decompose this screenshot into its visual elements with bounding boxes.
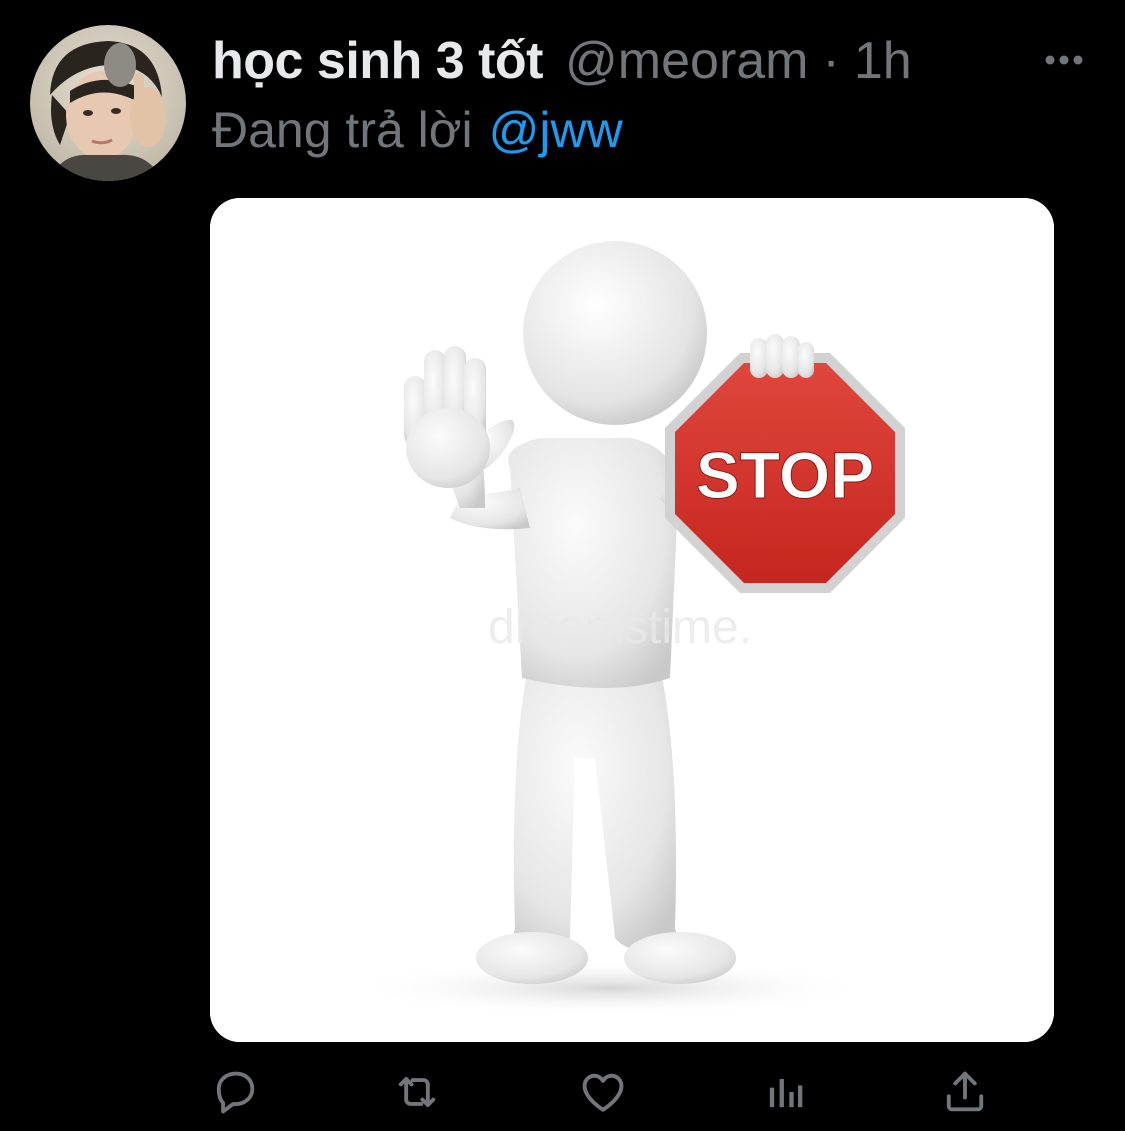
avatar[interactable] [30, 25, 186, 181]
stop-figure-illustration: STOP dreamstime. [210, 198, 1054, 1042]
display-name[interactable]: học sinh 3 tốt [212, 31, 544, 91]
tweet-header: học sinh 3 tốt @meoram · 1h [212, 26, 912, 96]
more-options-button[interactable] [1040, 46, 1088, 74]
separator-dot: · [822, 32, 840, 90]
views-button[interactable] [740, 1060, 830, 1124]
avatar-photo [30, 25, 186, 181]
share-button[interactable] [920, 1060, 1010, 1124]
tweet-action-bar [190, 1060, 1030, 1124]
more-horizontal-icon [1045, 55, 1083, 65]
user-handle[interactable]: @meoram [565, 31, 809, 91]
stop-sign-text: STOP [696, 438, 875, 512]
replying-to-mention[interactable]: @jww [489, 101, 623, 159]
replying-to: Đang trả lời @jww [212, 98, 623, 162]
watermark-text: dreamstime. [488, 601, 752, 654]
retweet-icon [398, 1077, 436, 1107]
reply-icon [216, 1071, 255, 1114]
reply-button[interactable] [190, 1060, 280, 1124]
tweet-media-image[interactable]: STOP dreamstime. [210, 198, 1054, 1042]
replying-to-label: Đang trả lời [212, 102, 473, 158]
share-icon [946, 1071, 984, 1112]
like-button[interactable] [558, 1060, 648, 1124]
timestamp[interactable]: 1h [854, 31, 912, 91]
analytics-icon [769, 1079, 803, 1108]
retweet-button[interactable] [372, 1060, 462, 1124]
tweet: học sinh 3 tốt @meoram · 1h Đang trả lời… [0, 0, 1125, 1131]
heart-icon [582, 1073, 624, 1112]
